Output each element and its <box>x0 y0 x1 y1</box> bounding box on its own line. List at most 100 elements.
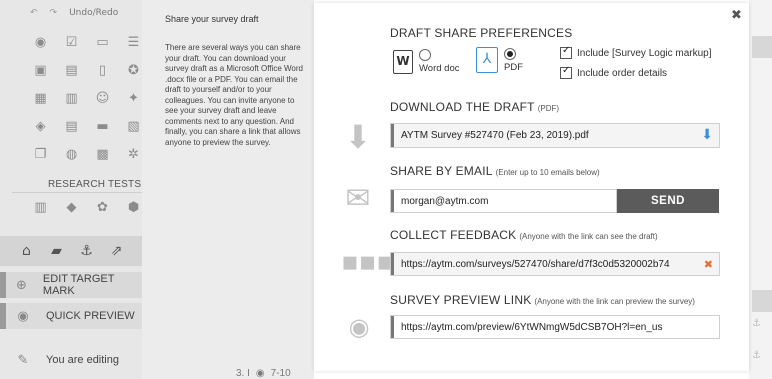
prefs-title: DRAFT SHARE PREFERENCES <box>390 26 573 40</box>
edit-target-market-item[interactable]: ⊕ EDIT TARGET MARK <box>0 272 142 298</box>
background-question-row: 3. I ◉ 7-10 <box>236 368 291 379</box>
preview-link-field[interactable]: https://aytm.com/preview/6YtWNmgW5dCSB7O… <box>390 315 720 339</box>
logic-markup-label: Include [Survey Logic markup] <box>577 47 712 59</box>
order-details-checkbox[interactable] <box>560 65 572 79</box>
pencil-icon: ✎ <box>17 352 29 368</box>
divider <box>12 192 142 193</box>
pdf-radio[interactable] <box>504 47 516 60</box>
copy-question-icon[interactable]: ❐ <box>30 146 51 163</box>
close-icon[interactable]: ✖ <box>731 8 742 23</box>
email-note: (Enter up to 10 emails below) <box>495 168 600 177</box>
feedback-title-text: COLLECT FEEDBACK <box>390 228 517 242</box>
feedback-link-field[interactable]: https://aytm.com/surveys/527470/share/d7… <box>390 252 720 276</box>
download-file-name: AYTM Survey #527470 (Feb 23, 2019).pdf <box>401 130 589 141</box>
edit-target-market-label: EDIT TARGET MARK <box>42 273 115 297</box>
comment-icon[interactable]: ▰ <box>46 243 67 260</box>
people-question-icon[interactable]: ✲ <box>123 146 144 163</box>
preview-title-text: SURVEY PREVIEW LINK <box>390 293 532 307</box>
anchor-icon: ⚓ <box>752 350 761 361</box>
diamond-question-icon[interactable]: ◈ <box>30 118 51 135</box>
background-row <box>752 290 772 312</box>
chart-question-icon[interactable]: ▧ <box>123 118 144 135</box>
email-title: SHARE BY EMAIL (Enter up to 10 emails bel… <box>390 164 600 178</box>
package-icon[interactable]: ⬢ <box>123 199 144 216</box>
matrix-question-icon[interactable]: ▤ <box>61 118 82 135</box>
email-input[interactable]: morgan@aytm.com <box>390 189 617 213</box>
bar-chart-icon[interactable]: ▥ <box>30 199 51 216</box>
share-icon[interactable]: ⇗ <box>106 243 127 260</box>
anchor-icon: ⚓ <box>752 318 761 329</box>
feedback-title: COLLECT FEEDBACK (Anyone with the link ca… <box>390 228 658 242</box>
slider-question-icon[interactable]: ▬ <box>92 118 113 135</box>
pdf-icon: ⅄ <box>476 47 498 73</box>
comment-bubble-icon: ▪▪▪ <box>341 247 394 277</box>
remove-link-icon[interactable]: ✖ <box>704 258 713 271</box>
word-format-label: Word doc <box>419 63 460 74</box>
research-tests-label: RESEARCH TESTS <box>48 179 142 190</box>
question-number: 3. I <box>236 368 250 379</box>
mobile-question-icon[interactable]: ▯ <box>92 62 113 79</box>
envelope-icon: ✉ <box>345 181 371 216</box>
anchor-icon[interactable]: ⚓ <box>76 243 97 260</box>
feedback-note: (Anyone with the link can see the draft) <box>519 232 658 241</box>
bank-icon[interactable]: ⌂ <box>16 243 37 260</box>
send-button[interactable]: SEND <box>617 189 719 213</box>
quick-preview-label: QUICK PREVIEW <box>46 310 135 322</box>
crosshair-icon: ⊕ <box>16 277 27 293</box>
email-title-text: SHARE BY EMAIL <box>390 164 493 178</box>
download-arrow-icon: ⬇ <box>344 118 372 156</box>
share-action-bar: ⌂ ▰ ⚓ ⇗ <box>0 236 142 266</box>
preview-title: SURVEY PREVIEW LINK (Anyone with the link… <box>390 293 695 307</box>
image-question-icon[interactable]: ▤ <box>61 62 82 79</box>
text-question-icon[interactable]: ▭ <box>92 34 113 51</box>
order-details-option[interactable]: Include order details <box>560 65 668 79</box>
download-file-field[interactable]: AYTM Survey #527470 (Feb 23, 2019).pdf ⬇ <box>390 123 720 148</box>
sidebar: ↶ ↷ Undo/Redo ◉ ☑ ▭ ☰ ▣ ▤ ▯ ✪ ▦ ▥ ☺ ✦ ◈ … <box>0 0 142 379</box>
badge-question-icon[interactable]: ✪ <box>123 62 144 79</box>
ranking-question-icon[interactable]: ✦ <box>123 90 144 107</box>
pdf-format-group: PDF <box>504 47 523 73</box>
redo-icon[interactable]: ↷ <box>50 8 58 18</box>
hash-question-icon[interactable]: ▩ <box>92 146 113 163</box>
grid-question-icon[interactable]: ▦ <box>30 90 51 107</box>
logic-markup-checkbox[interactable] <box>560 45 572 59</box>
download-title-text: DOWNLOAD THE DRAFT <box>390 100 535 114</box>
undo-redo-label: Undo/Redo <box>69 8 119 18</box>
modal-info-text: There are several ways you can share you… <box>165 43 303 147</box>
pdf-format-option[interactable]: ⅄ PDF <box>476 47 523 73</box>
question-range: 7-10 <box>270 368 291 379</box>
radio-icon: ◉ <box>255 368 265 379</box>
list-question-icon[interactable]: ☰ <box>123 34 144 51</box>
order-details-label: Include order details <box>577 67 668 79</box>
video-question-icon[interactable]: ▣ <box>30 62 51 79</box>
radio-question-icon[interactable]: ◉ <box>30 34 51 51</box>
word-radio[interactable] <box>419 49 431 61</box>
menu-item-indicator <box>0 303 6 329</box>
word-format-group: Word doc <box>419 49 459 74</box>
calendar-question-icon[interactable]: ▥ <box>61 90 82 107</box>
undo-icon[interactable]: ↶ <box>30 8 38 18</box>
logic-markup-option[interactable]: Include [Survey Logic markup] <box>560 45 712 59</box>
quick-preview-item[interactable]: ◉ QUICK PREVIEW <box>0 303 142 329</box>
preview-link: https://aytm.com/preview/6YtWNmgW5dCSB7O… <box>401 321 663 333</box>
question-type-grid: ◉ ☑ ▭ ☰ ▣ ▤ ▯ ✪ ▦ ▥ ☺ ✦ ◈ ▤ ▬ ▧ ❐ ◍ ▩ ✲ <box>30 34 144 163</box>
eye-icon: ◉ <box>17 308 29 324</box>
modal-info-title: Share your survey draft <box>165 14 259 24</box>
download-icon[interactable]: ⬇ <box>701 127 713 143</box>
pdf-format-label: PDF <box>504 61 523 73</box>
preview-note: (Anyone with the link can preview the su… <box>534 297 695 306</box>
download-title: DOWNLOAD THE DRAFT (PDF) <box>390 100 559 114</box>
menu-item-indicator <box>0 272 6 298</box>
word-format-option[interactable]: W Word doc <box>393 49 459 74</box>
smiley-question-icon[interactable]: ☺ <box>92 90 113 107</box>
editing-status: ✎ You are editing <box>0 347 142 373</box>
undo-redo-row: ↶ ↷ Undo/Redo <box>30 8 118 18</box>
checkbox-question-icon[interactable]: ☑ <box>61 34 82 51</box>
globe-question-icon[interactable]: ◍ <box>61 146 82 163</box>
price-tag-icon[interactable]: ◆ <box>61 199 82 216</box>
editing-status-label: You are editing <box>46 354 119 366</box>
research-tests-grid: ▥ ◆ ✿ ⬢ <box>30 199 144 216</box>
background-row <box>752 36 772 58</box>
download-note: (PDF) <box>537 104 560 113</box>
molecule-icon[interactable]: ✿ <box>92 199 113 216</box>
